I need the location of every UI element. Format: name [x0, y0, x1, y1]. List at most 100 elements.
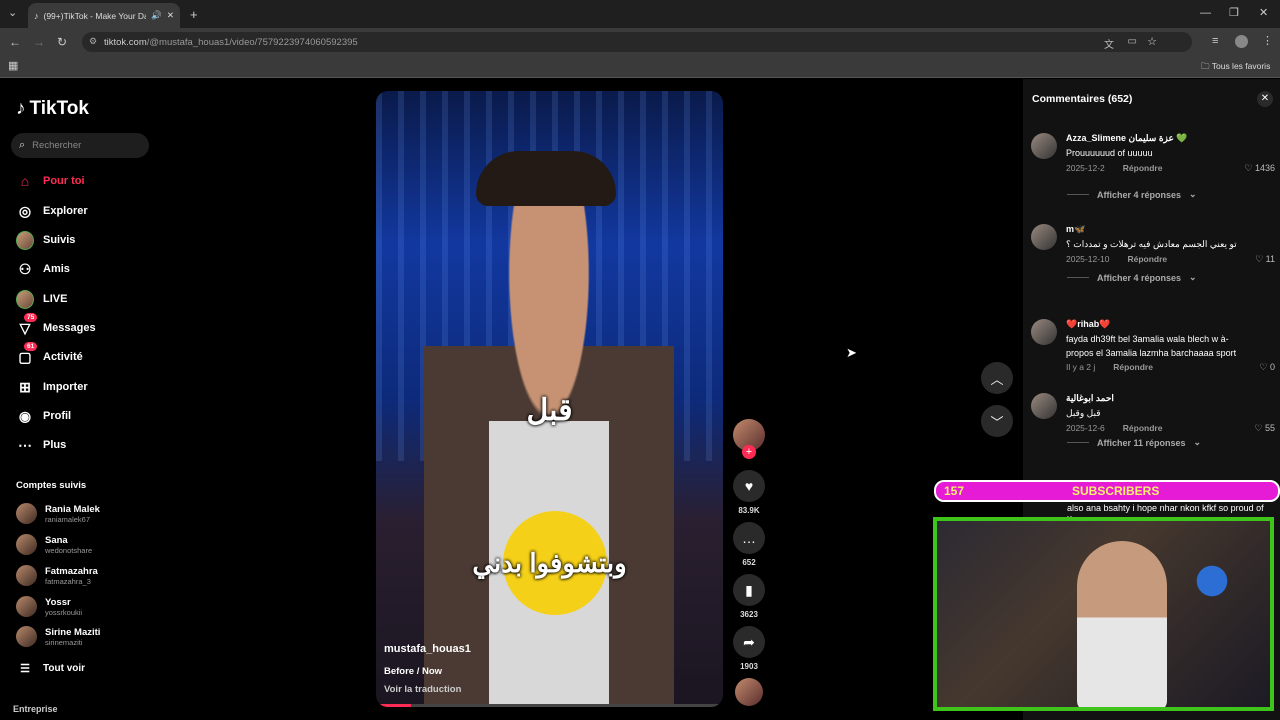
comment-icon[interactable]: … — [733, 522, 765, 554]
music-disc-avatar[interactable] — [735, 678, 763, 706]
comment-like[interactable]: ♡ 55 — [1254, 423, 1275, 434]
sidebar-item-label: Messages — [43, 322, 96, 334]
url-domain: tiktok.com — [104, 36, 147, 48]
video-player[interactable]: قبل وبتشوفوا بدني mustafa_houas1 Before … — [376, 91, 723, 707]
media-icon[interactable]: ≡ — [1212, 36, 1218, 47]
minimize-icon[interactable]: — — [1200, 8, 1211, 19]
account-handle: sirinemaziti — [45, 637, 83, 647]
following-account[interactable]: Fatmazahra fatmazahra_3 — [16, 565, 98, 586]
sidebar-item-messages[interactable]: ▽ 75 Messages — [16, 313, 96, 337]
account-name: Fatmazahra — [45, 565, 98, 577]
previous-video-button[interactable]: ︿ — [981, 362, 1013, 394]
account-handle: yossrkoukii — [45, 607, 83, 617]
see-all-link[interactable]: ☰ Tout voir — [16, 659, 85, 677]
sidebar-item-live[interactable]: LIVE — [16, 289, 67, 309]
activity-icon: ▢ 61 — [16, 342, 38, 366]
share-icon[interactable]: ➦ — [733, 626, 765, 658]
comment-username[interactable]: Azza_Slimene عزة سليمان 💚 — [1066, 133, 1188, 144]
cast-icon[interactable]: ▭ — [1128, 36, 1137, 47]
comment-like[interactable]: ♡ 11 — [1255, 254, 1275, 265]
footer-company[interactable]: Entreprise — [13, 704, 58, 714]
comment-username[interactable]: ❤️rihab❤️ — [1066, 319, 1110, 330]
following-account[interactable]: Yossr yossrkoukii — [16, 596, 82, 617]
comment-username[interactable]: احمد ابوغالية — [1066, 393, 1114, 404]
comment-meta: Il y a 2 j Répondre — [1066, 362, 1153, 372]
restore-icon[interactable]: ❐ — [1229, 8, 1239, 19]
bookmark-star-icon[interactable]: ☆ — [1147, 35, 1157, 48]
tab-search-icon[interactable]: ⌄ — [8, 8, 17, 19]
apps-grid-icon[interactable]: ▦ — [8, 61, 18, 72]
reply-button[interactable]: Répondre — [1123, 423, 1163, 433]
avatar[interactable] — [1031, 133, 1057, 159]
sidebar-item-activit-[interactable]: ▢ 61 Activité — [16, 342, 83, 366]
sidebar-item-label: Importer — [43, 381, 88, 393]
site-info-icon[interactable]: ⚙ — [89, 36, 97, 47]
see-translation-link[interactable]: Voir la traduction — [384, 684, 461, 695]
avatar[interactable] — [1031, 224, 1057, 250]
address-bar[interactable]: ⚙ tiktok.com/@mustafa_houas1/video/75792… — [82, 32, 1192, 52]
following-account[interactable]: Sirine Maziti sirinemaziti — [16, 626, 100, 647]
show-replies-button[interactable]: Afficher 4 réponses ⌄ — [1067, 272, 1197, 283]
comment-like[interactable]: ♡ 1436 — [1244, 163, 1275, 174]
comment-like[interactable]: ♡ 0 — [1259, 362, 1275, 373]
sidebar-item-label: Suivis — [43, 234, 76, 246]
comment-username[interactable]: m🦋 — [1066, 224, 1085, 235]
heart-outline-icon: ♡ — [1259, 362, 1268, 372]
avatar[interactable] — [1031, 319, 1057, 345]
window-close-icon[interactable]: ✕ — [1259, 8, 1268, 19]
sidebar-item-amis[interactable]: ⚇ Amis — [16, 260, 70, 278]
browser-menu-icon[interactable]: ⋮ — [1262, 36, 1273, 47]
reply-button[interactable]: Répondre — [1127, 254, 1167, 264]
follow-plus-icon[interactable]: + — [742, 445, 756, 459]
share-action[interactable]: ➦ 1903 — [733, 626, 765, 671]
browser-tab[interactable]: ♪ (99+)TikTok - Make Your Da 🔊 ✕ — [28, 3, 180, 28]
bookmark-icon[interactable]: ▮ — [733, 574, 765, 606]
video-progress-bar[interactable] — [376, 704, 723, 707]
all-bookmarks-folder[interactable]: 🗀 Tous les favoris — [1201, 61, 1270, 75]
forward-icon[interactable]: → — [33, 36, 45, 48]
show-replies-button[interactable]: Afficher 4 réponses ⌄ — [1067, 189, 1197, 200]
all-bookmarks-label: Tous les favoris — [1211, 61, 1271, 71]
tiktok-logo[interactable]: ♪ TikTok — [16, 98, 89, 120]
sidebar-item-importer[interactable]: ⊞ Importer — [16, 378, 88, 396]
like-action[interactable]: ♥ 83.9K — [733, 470, 765, 515]
reload-icon[interactable]: ↻ — [57, 36, 67, 48]
screen: ⌄ ♪ (99+)TikTok - Make Your Da 🔊 ✕ + — ❐… — [0, 0, 1280, 720]
next-video-button[interactable]: ﹀ — [981, 405, 1013, 437]
sidebar-item-explorer[interactable]: ◎ Explorer — [16, 202, 88, 220]
new-tab-icon[interactable]: + — [190, 8, 198, 21]
like-count: 83.9K — [738, 506, 760, 515]
following-account[interactable]: Sana wedonotshare — [16, 534, 92, 555]
avatar — [16, 289, 34, 309]
save-action[interactable]: ▮ 3623 — [733, 574, 765, 619]
tiktok-favicon-icon: ♪ — [34, 10, 39, 21]
profile-avatar-icon[interactable] — [1235, 35, 1248, 48]
sidebar-item-pour-toi[interactable]: ⌂ Pour toi — [16, 172, 85, 190]
tiktok-note-icon: ♪ — [16, 98, 26, 119]
close-comments-button[interactable]: ✕ — [1257, 91, 1273, 107]
heart-outline-icon: ♡ — [1255, 254, 1264, 264]
comment-action[interactable]: … 652 — [733, 522, 765, 567]
sidebar-item-suivis[interactable]: Suivis — [16, 230, 76, 250]
back-icon[interactable]: ← — [9, 36, 21, 48]
home-icon: ⌂ — [20, 173, 30, 189]
comment-text: تو يعني الجسم معادش فيه ترهلات و تمددات … — [1066, 239, 1237, 249]
avatar — [16, 565, 37, 586]
live-icon — [16, 289, 34, 309]
show-replies-button[interactable]: Afficher 11 réponses ⌄ — [1067, 437, 1201, 448]
audio-icon[interactable]: 🔊 — [151, 10, 162, 21]
see-all-label: Tout voir — [43, 662, 86, 674]
sidebar-item-profil[interactable]: ◉ Profil — [16, 407, 71, 425]
following-account[interactable]: Rania Malek raniamalek67 — [16, 503, 100, 524]
reply-button[interactable]: Répondre — [1123, 163, 1163, 173]
sidebar-item-plus[interactable]: ⋯ Plus — [16, 436, 66, 454]
heart-icon[interactable]: ♥ — [733, 470, 765, 502]
video-author[interactable]: mustafa_houas1 — [384, 643, 471, 655]
comment-text: Prouuuuuud of uuuuu — [1066, 148, 1153, 158]
translate-icon[interactable]: 文 — [1104, 36, 1114, 51]
avatar — [16, 534, 37, 555]
avatar[interactable] — [1031, 393, 1057, 419]
search-input[interactable]: ⌕ Rechercher — [11, 133, 149, 158]
tab-close-icon[interactable]: ✕ — [167, 10, 174, 21]
reply-button[interactable]: Répondre — [1113, 362, 1153, 372]
